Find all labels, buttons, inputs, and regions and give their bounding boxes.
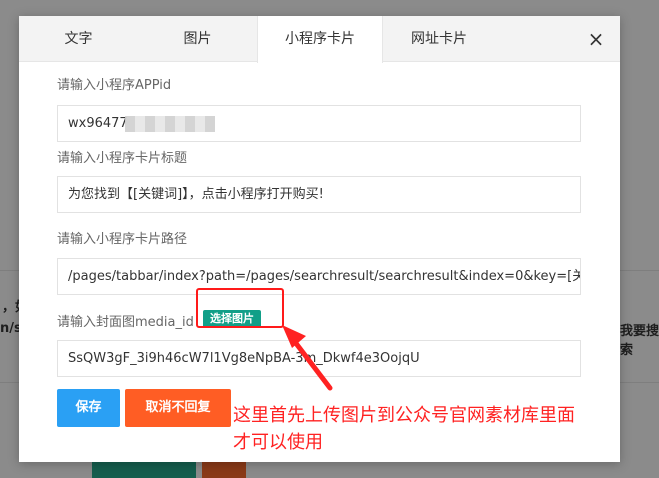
background-button [202,462,246,478]
card-path-label: 请输入小程序卡片路径 [57,232,188,247]
annotation-line: 这里首先上传图片到公众号官网素材库里面 [233,405,575,426]
background-button [92,462,196,478]
cover-media-id-input[interactable]: SsQW3gF_3i9h46cW7l1Vg8eNpBA-3m_Dkwf4e3Oo… [57,340,581,377]
card-title-label: 请输入小程序卡片标题 [57,151,188,166]
redacted-mask [125,116,215,132]
tab-url-card[interactable]: 网址卡片 [383,16,495,62]
background-text: 我要搜索 [620,324,659,358]
save-button[interactable]: 保存 [57,389,120,427]
tab-text[interactable]: 文字 [19,16,138,62]
tab-bar: 文字 图片 小程序卡片 网址卡片 × [19,16,620,63]
annotation-line: 才可以使用 [233,432,323,453]
cover-media-id-label: 请输入封面图media_id [57,315,194,330]
cancel-no-reply-button[interactable]: 取消不回复 [125,389,231,427]
appid-label: 请输入小程序APPid [57,78,172,93]
card-title-input[interactable]: 为您找到【[关键词]】，点击小程序打开购买! [57,176,581,213]
card-path-input[interactable]: /pages/tabbar/index?path=/pages/searchre… [57,258,581,295]
annotation-text: 这里首先上传图片到公众号官网素材库里面 才可以使用 [233,402,643,456]
tab-mini-program-card[interactable]: 小程序卡片 [257,16,383,63]
tab-image[interactable]: 图片 [138,16,257,62]
card-dialog: 文字 图片 小程序卡片 网址卡片 × 请输入小程序APPid wx96477 请… [19,16,620,462]
highlight-box [196,288,284,328]
close-icon[interactable]: × [586,29,606,49]
